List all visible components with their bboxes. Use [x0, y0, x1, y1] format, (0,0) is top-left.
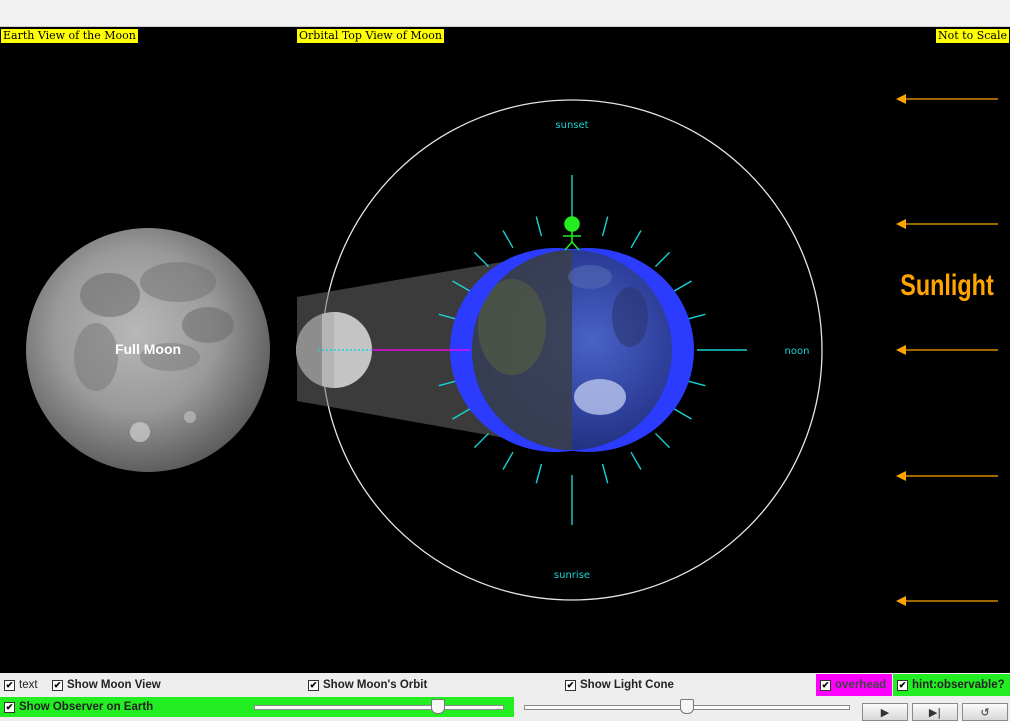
- sunlight-arrow: [896, 596, 998, 606]
- horizon-tick: [473, 432, 490, 449]
- horizon-tick: [473, 251, 490, 268]
- moon-position-slider[interactable]: [524, 698, 850, 718]
- title-bar: [0, 0, 1010, 27]
- checkbox-mark: ✔: [565, 679, 576, 691]
- reset-button[interactable]: ↺: [962, 703, 1008, 721]
- sunlight-arrow: [896, 94, 998, 104]
- slider-thumb[interactable]: [431, 699, 445, 714]
- slider-track: [254, 705, 504, 710]
- observer-position-slider[interactable]: [254, 698, 504, 718]
- sunrise-label: sunrise: [554, 570, 590, 581]
- slider-thumb[interactable]: [680, 699, 694, 714]
- horizon-tick: [502, 451, 514, 470]
- sunlight-arrow: [896, 471, 998, 481]
- earth: [450, 248, 694, 452]
- horizon-tick: [630, 230, 642, 249]
- horizon-tick: [654, 432, 671, 449]
- checkbox-mark: ✔: [820, 679, 831, 691]
- sunlight-arrows: [896, 94, 998, 606]
- checkbox-mark: ✔: [308, 679, 319, 691]
- earth-view-label: Earth View of the Moon: [1, 29, 138, 43]
- horizon-tick: [601, 216, 609, 237]
- orbital-diagram: Full Moon sunset sunrise noon Sunlight: [26, 94, 998, 606]
- simulation-canvas: Full Moon sunset sunrise noon Sunlight E…: [0, 27, 1010, 673]
- horizon-tick: [601, 463, 609, 484]
- overhead-checkbox[interactable]: ✔ overhead: [816, 674, 892, 696]
- checkbox-mark: ✔: [52, 679, 63, 691]
- moon-phase-label: Full Moon: [115, 341, 181, 357]
- play-button[interactable]: ▶: [862, 703, 908, 721]
- scale-note: Not to Scale: [936, 29, 1009, 43]
- horizon-tick: [535, 216, 543, 237]
- show-moon-orbit-checkbox[interactable]: ✔ Show Moon's Orbit: [308, 673, 427, 697]
- show-light-cone-checkbox[interactable]: ✔ Show Light Cone: [565, 673, 674, 697]
- observer-figure: [563, 216, 581, 251]
- sunlight-arrow: [896, 345, 998, 355]
- checkbox-mark: ✔: [897, 679, 908, 691]
- horizon-tick: [654, 251, 671, 268]
- step-button[interactable]: ▶|: [912, 703, 958, 721]
- checkbox-mark: ✔: [4, 701, 15, 713]
- sunlight-label: Sunlight: [900, 268, 994, 301]
- checkbox-mark: ✔: [4, 679, 15, 691]
- horizon-tick: [502, 230, 514, 249]
- hint-observable-checkbox[interactable]: ✔ hint:observable?: [893, 674, 1010, 696]
- horizon-tick: [535, 463, 543, 484]
- noon-label: noon: [785, 346, 810, 357]
- text-checkbox[interactable]: ✔ text: [4, 673, 38, 697]
- orbital-view-label: Orbital Top View of Moon: [297, 29, 444, 43]
- show-observer-checkbox[interactable]: ✔ Show Observer on Earth: [0, 697, 245, 717]
- sunset-label: sunset: [555, 120, 588, 131]
- show-moon-view-checkbox[interactable]: ✔ Show Moon View: [52, 673, 161, 697]
- sunlight-arrow: [896, 219, 998, 229]
- horizon-tick: [673, 280, 692, 292]
- horizon-tick: [673, 408, 692, 420]
- control-panel: ✔ text ✔ Show Moon View ✔ Show Moon's Orbit…: [0, 673, 1010, 720]
- horizon-tick: [630, 451, 642, 470]
